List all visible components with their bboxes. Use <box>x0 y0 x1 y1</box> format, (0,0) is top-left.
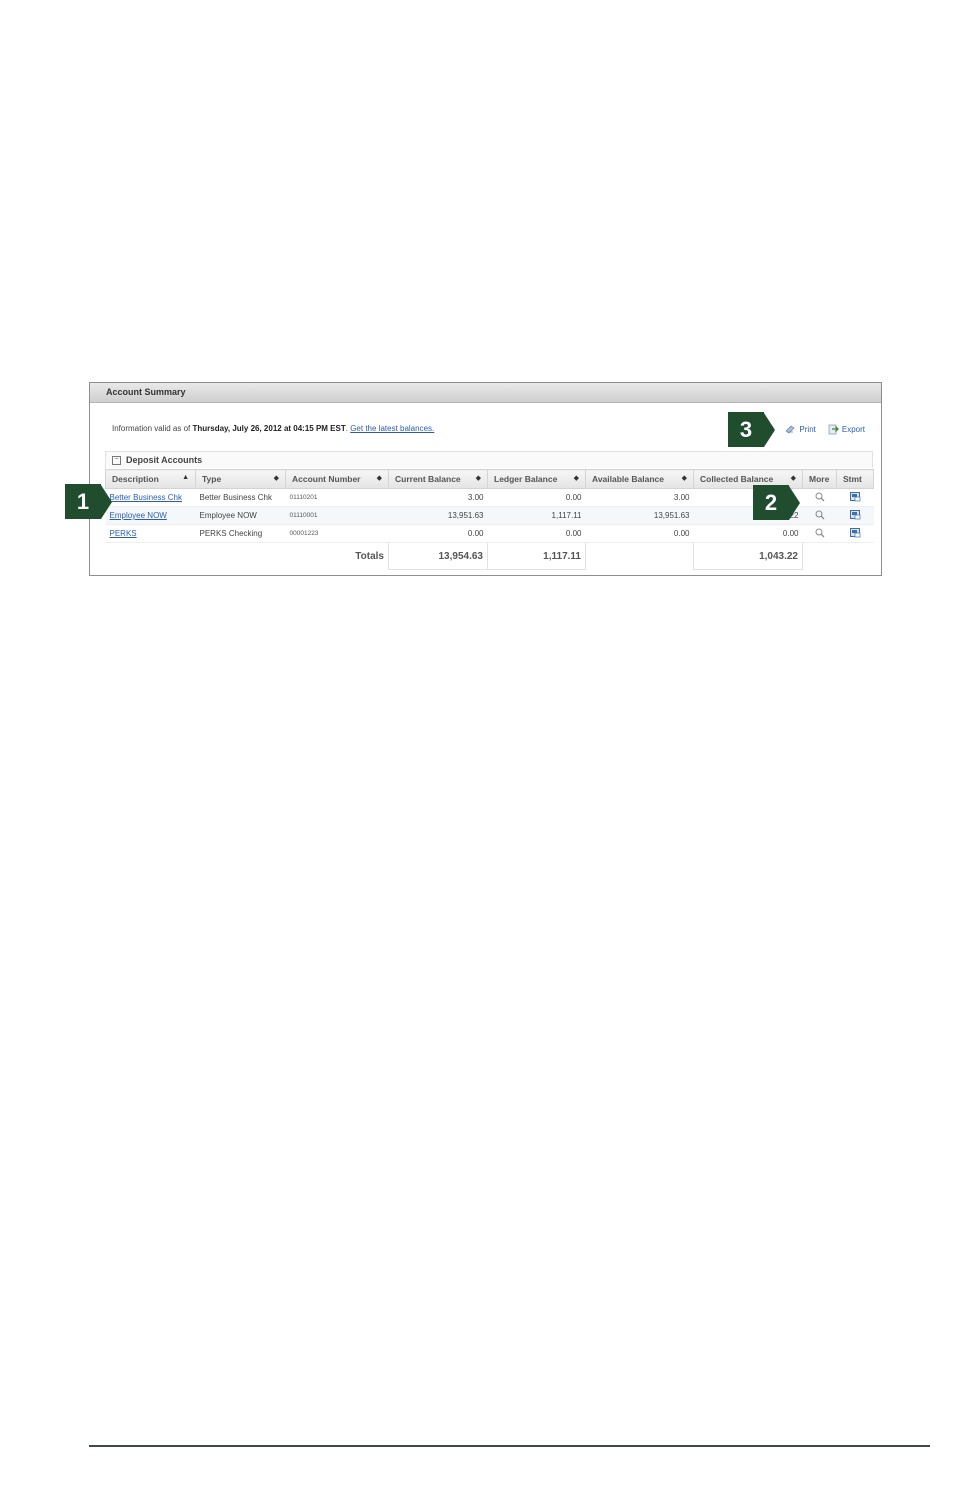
cell-empty <box>803 543 837 570</box>
magnifier-icon[interactable] <box>815 510 825 520</box>
sort-icon: ◆ <box>790 475 796 482</box>
callout-badge-2: 2 <box>753 485 800 520</box>
cell-account-number: 00001223 <box>285 524 389 543</box>
footer-divider <box>89 1445 930 1447</box>
sort-icon: ◆ <box>681 475 687 482</box>
toolbar: Print Export <box>785 424 865 435</box>
cell-available-balance: 0.00 <box>585 524 694 543</box>
col-available-balance[interactable]: Available Balance ◆ <box>585 469 694 489</box>
account-link[interactable]: Employee NOW <box>110 511 167 520</box>
statement-icon[interactable] <box>849 491 861 502</box>
magnifier-icon[interactable] <box>815 492 825 502</box>
cell-more <box>802 524 837 543</box>
table-row: PERKS PERKS Checking 00001223 0.00 0.00 … <box>105 524 874 543</box>
cell-current-balance: 0.00 <box>388 524 488 543</box>
sort-icon: ◆ <box>573 475 579 482</box>
account-link[interactable]: Better Business Chk <box>110 493 182 502</box>
collapse-icon[interactable]: − <box>112 455 121 465</box>
col-stmt: Stmt <box>836 469 874 489</box>
deposit-accounts-section[interactable]: − Deposit Accounts <box>105 451 873 468</box>
sort-icon: ◆ <box>475 475 481 482</box>
col-more: More <box>802 469 837 489</box>
account-link[interactable]: PERKS <box>110 529 137 538</box>
cell-stmt <box>836 506 874 525</box>
cell-account-number: 01110001 <box>285 506 389 525</box>
print-icon <box>785 425 795 434</box>
export-button[interactable]: Export <box>828 424 865 435</box>
col-current-balance[interactable]: Current Balance ◆ <box>388 469 488 489</box>
cell-description: Employee NOW <box>105 506 196 525</box>
sort-icon: ◆ <box>376 475 382 482</box>
cell-current-balance: 3.00 <box>388 488 488 507</box>
cell-current-balance: 13,951.63 <box>388 506 488 525</box>
export-icon <box>828 424 839 435</box>
panel-title: Account Summary <box>90 383 881 403</box>
print-button[interactable]: Print <box>785 424 816 435</box>
cell-description: Better Business Chk <box>105 488 196 507</box>
cell-type: Employee NOW <box>195 506 286 525</box>
totals-row: Totals 13,954.63 1,117.11 1,043.22 <box>106 542 874 570</box>
section-title: Deposit Accounts <box>126 455 203 465</box>
export-label: Export <box>841 425 865 434</box>
callout-badge-1: 1 <box>65 484 112 519</box>
statement-icon[interactable] <box>849 509 861 520</box>
cell-more <box>802 488 837 507</box>
cell-empty <box>586 543 694 570</box>
cell-collected-balance: 0.00 <box>693 524 803 543</box>
info-date: Thursday, July 26, 2012 at 04:15 PM EST <box>192 424 346 433</box>
cell-stmt <box>836 488 874 507</box>
sort-icon: ◆ <box>273 475 279 482</box>
col-ledger-balance[interactable]: Ledger Balance ◆ <box>487 469 586 489</box>
statement-icon[interactable] <box>849 527 861 538</box>
cell-type: PERKS Checking <box>195 524 286 543</box>
info-prefix: Information valid as of <box>112 424 193 433</box>
cell-ledger-balance: 1,117.11 <box>487 506 586 525</box>
cell-ledger-balance: 0.00 <box>487 524 586 543</box>
magnifier-icon[interactable] <box>815 528 825 538</box>
latest-balances-link[interactable]: Get the latest balances. <box>350 424 434 433</box>
cell-empty <box>106 543 196 570</box>
cell-stmt <box>836 524 874 543</box>
col-description[interactable]: Description ▲ <box>105 469 196 489</box>
cell-type: Better Business Chk <box>195 488 286 507</box>
cell-ledger-balance: 0.00 <box>487 488 586 507</box>
callout-badge-3: 3 <box>728 412 775 447</box>
col-type[interactable]: Type ◆ <box>195 469 286 489</box>
total-ledger-balance: 1,117.11 <box>487 542 586 570</box>
sort-asc-icon: ▲ <box>182 474 189 481</box>
cell-empty <box>196 543 286 570</box>
cell-more <box>802 506 837 525</box>
total-collected-balance: 1,043.22 <box>693 542 803 570</box>
print-label: Print <box>799 425 816 434</box>
cell-empty <box>837 543 874 570</box>
cell-available-balance: 3.00 <box>585 488 694 507</box>
info-line: Information valid as of Thursday, July 2… <box>112 424 434 433</box>
cell-account-number: 01110201 <box>285 488 389 507</box>
total-current-balance: 13,954.63 <box>388 542 488 570</box>
col-account-number[interactable]: Account Number ◆ <box>285 469 389 489</box>
cell-available-balance: 13,951.63 <box>585 506 694 525</box>
totals-label: Totals <box>355 550 384 562</box>
cell-description: PERKS <box>105 524 196 543</box>
